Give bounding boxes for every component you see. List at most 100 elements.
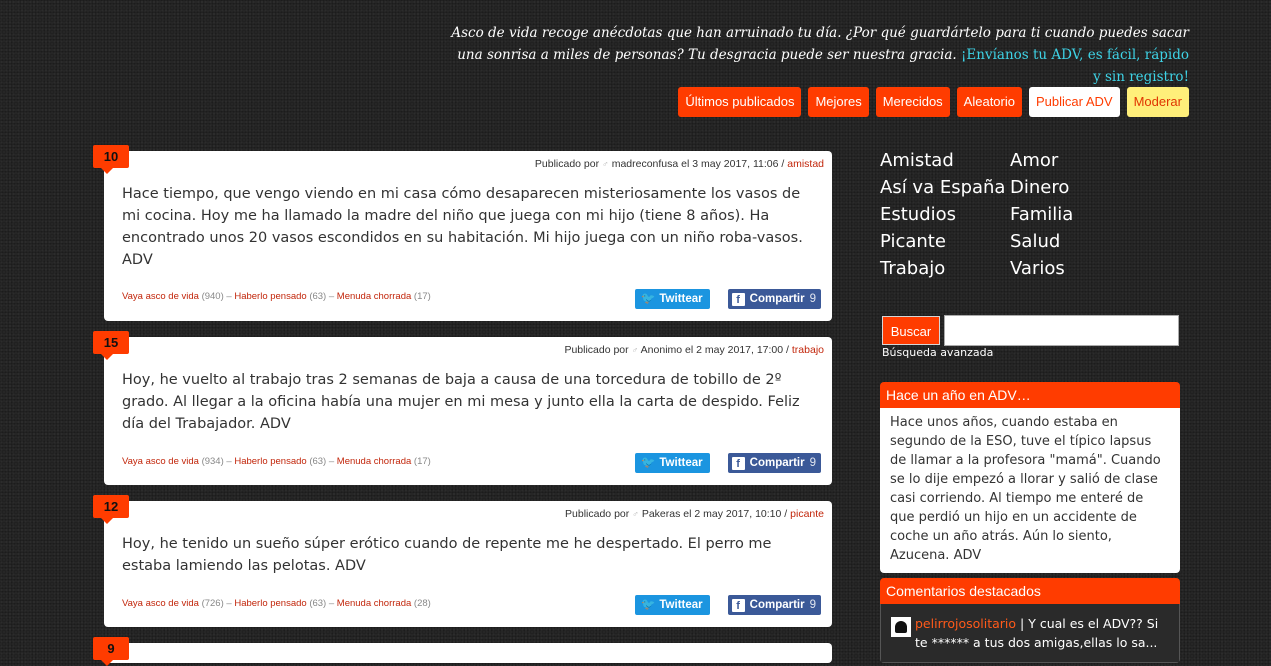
post-card: 9 [93, 637, 832, 666]
category-link[interactable]: Amistad [880, 147, 1010, 174]
vote-asco-count: (726) [201, 598, 224, 609]
share-buttons: 🐦 Twittear f Compartir 9 [635, 595, 821, 615]
facebook-share-button[interactable]: f Compartir 9 [727, 453, 821, 473]
post-card: 15 Publicado por ♂ Anonimo el 2 may 2017… [93, 331, 832, 485]
twitter-bird-icon: 🐦 [641, 457, 656, 469]
facebook-share-button[interactable]: f Compartir 9 [727, 595, 821, 615]
vote-chorrada-count: (17) [413, 291, 431, 302]
vote-pensado-link[interactable]: Haberlo pensado [234, 456, 306, 467]
vote-pensado-count: (63) [309, 456, 327, 467]
twitter-button[interactable]: 🐦 Twittear [635, 595, 710, 615]
vote-asco-link[interactable]: Vaya asco de vida [122, 456, 199, 467]
post-author[interactable]: madreconfusa [612, 158, 679, 170]
post-date: el 3 may 2017, 11:06 [681, 158, 779, 170]
nav-best-button[interactable]: Mejores [808, 87, 869, 117]
nav-publish-button[interactable]: Publicar ADV [1028, 87, 1120, 117]
twitter-label: Twittear [659, 457, 703, 469]
vote-links: Vaya asco de vida (934) – Haberlo pensad… [122, 456, 431, 467]
vote-chorrada-link[interactable]: Menuda chorrada [337, 598, 411, 609]
featured-comments-title: Comentarios destacados [880, 578, 1180, 604]
published-label: Publicado por [565, 508, 630, 520]
vote-chorrada-link[interactable]: Menuda chorrada [337, 291, 411, 302]
post-text: Hace tiempo, que vengo viendo en mi casa… [122, 186, 803, 268]
nav-moderate-button[interactable]: Moderar [1126, 87, 1189, 117]
nav-latest-button[interactable]: Últimos publicados [678, 87, 802, 117]
published-label: Publicado por [564, 344, 629, 356]
post-score-badge: 10 [93, 145, 129, 174]
vote-pensado-link[interactable]: Haberlo pensado [234, 291, 306, 302]
category-link[interactable]: Varios [1010, 255, 1140, 282]
post-score-badge: 12 [93, 495, 129, 524]
post-category-link[interactable]: amistad [787, 158, 824, 170]
category-link[interactable]: Así va España [880, 174, 1010, 201]
vote-chorrada-count: (17) [413, 456, 431, 467]
post-date: el 2 may 2017, 17:00 [685, 344, 784, 356]
post-category-link[interactable]: picante [790, 508, 824, 520]
published-label: Publicado por [534, 158, 600, 170]
submit-cta-link[interactable]: ¡Envíanos tu ADV, es fácil, rápido y sin… [961, 47, 1189, 85]
comment-user-link[interactable]: pelirrojosolitario [915, 616, 1016, 631]
facebook-count: 9 [809, 457, 816, 469]
advanced-search-link[interactable]: Búsqueda avanzada [882, 346, 993, 359]
post-meta: Publicado por ♂ Anonimo el 2 may 2017, 1… [564, 344, 824, 356]
twitter-bird-icon: 🐦 [641, 293, 656, 305]
facebook-icon: f [731, 598, 745, 612]
post-date: el 2 may 2017, 10:10 [683, 508, 782, 520]
twitter-button[interactable]: 🐦 Twittear [635, 453, 710, 473]
post-text: Hoy, he vuelto al trabajo tras 2 semanas… [122, 372, 800, 432]
facebook-icon: f [731, 292, 745, 306]
vote-pensado-link[interactable]: Haberlo pensado [234, 598, 306, 609]
year-ago-title: Hace un año en ADV… [880, 382, 1180, 408]
category-link[interactable]: Trabajo [880, 255, 1010, 282]
gender-icon: ♂ [602, 159, 609, 169]
featured-comments-box: Comentarios destacados pelirrojosolitari… [880, 578, 1180, 663]
facebook-count: 9 [809, 293, 816, 305]
post-category-link[interactable]: trabajo [792, 344, 824, 356]
facebook-share-button[interactable]: f Compartir 9 [727, 289, 821, 309]
search-button[interactable]: Buscar [882, 316, 940, 345]
category-link[interactable]: Salud [1010, 228, 1140, 255]
search-input[interactable] [944, 315, 1179, 346]
nav-deserved-button[interactable]: Merecidos [875, 87, 950, 117]
post-author[interactable]: Anonimo [641, 344, 682, 356]
avatar [891, 617, 911, 637]
facebook-label: Compartir [749, 457, 805, 469]
facebook-count: 9 [809, 599, 816, 611]
gender-icon: ♂ [631, 345, 639, 355]
share-buttons: 🐦 Twittear f Compartir 9 [635, 289, 821, 309]
facebook-label: Compartir [749, 293, 805, 305]
category-link[interactable]: Amor [1010, 147, 1140, 174]
category-link[interactable]: Dinero [1010, 174, 1140, 201]
year-ago-text: Hace unos años, cuando estaba en segundo… [880, 408, 1180, 573]
post-meta: Publicado por ♂ Pakeras el 2 may 2017, 1… [565, 508, 824, 520]
vote-asco-link[interactable]: Vaya asco de vida [122, 291, 199, 302]
facebook-icon: f [731, 456, 745, 470]
vote-links: Vaya asco de vida (940) – Haberlo pensad… [122, 291, 431, 302]
gender-icon: ♂ [632, 509, 639, 519]
twitter-button[interactable]: 🐦 Twittear [635, 289, 710, 309]
category-link[interactable]: Estudios [880, 201, 1010, 228]
vote-pensado-count: (63) [309, 598, 327, 609]
year-ago-box: Hace un año en ADV… Hace unos años, cuan… [880, 382, 1180, 573]
category-link[interactable]: Picante [880, 228, 1010, 255]
comment-body: pelirrojosolitario | Y cual es el ADV?? … [915, 614, 1169, 652]
category-link[interactable]: Familia [1010, 201, 1140, 228]
twitter-bird-icon: 🐦 [641, 599, 656, 611]
post-text: Hoy, he tenido un sueño súper erótico cu… [122, 536, 772, 574]
vote-pensado-count: (63) [309, 291, 327, 302]
post-card: 12 Publicado por ♂ Pakeras el 2 may 2017… [93, 495, 832, 627]
vote-asco-link[interactable]: Vaya asco de vida [122, 598, 199, 609]
nav-random-button[interactable]: Aleatorio [956, 87, 1022, 117]
vote-chorrada-link[interactable]: Menuda chorrada [337, 456, 411, 467]
post-meta: Publicado por ♂ madreconfusa el 3 may 20… [534, 158, 824, 170]
post-card: 10 Publicado por ♂ madreconfusa el 3 may… [93, 145, 832, 321]
vote-chorrada-count: (28) [413, 598, 431, 609]
post-score-badge: 15 [93, 331, 129, 360]
comment-item: pelirrojosolitario | Y cual es el ADV?? … [880, 604, 1180, 663]
post-author[interactable]: Pakeras [642, 508, 681, 520]
post-score-badge: 9 [93, 637, 129, 666]
vote-links: Vaya asco de vida (726) – Haberlo pensad… [122, 598, 431, 609]
share-buttons: 🐦 Twittear f Compartir 9 [635, 453, 821, 473]
facebook-label: Compartir [749, 599, 805, 611]
vote-asco-count: (934) [201, 456, 224, 467]
